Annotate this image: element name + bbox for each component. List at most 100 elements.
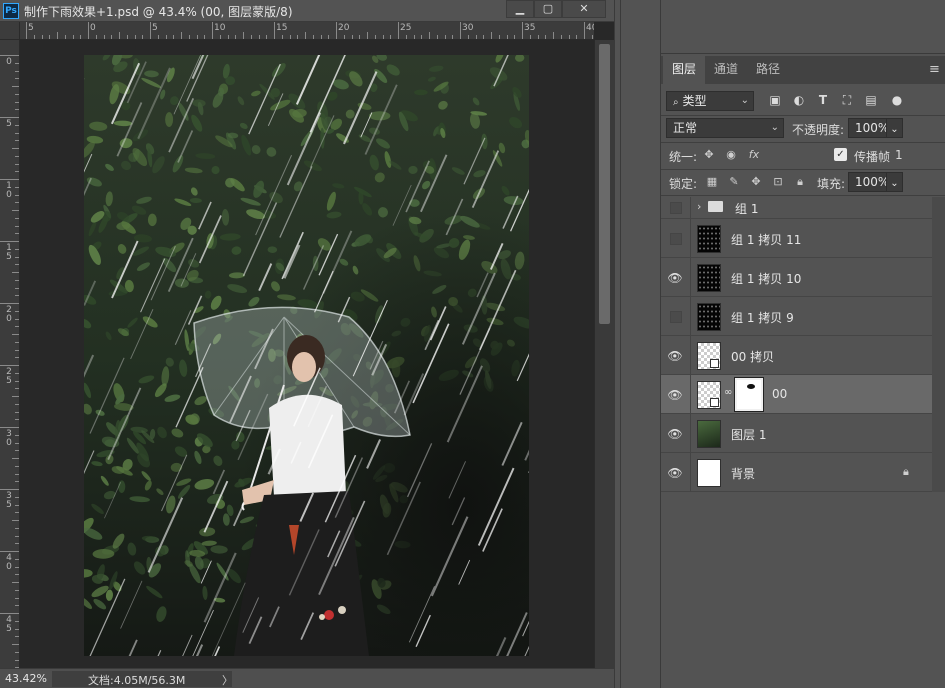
- layer-row[interactable]: 👁︎ 组 1 拷贝 10: [661, 258, 932, 297]
- vertical-ruler[interactable]: 0 5 10 15 20 25 30 35 40 45: [0, 40, 20, 668]
- adjustment-filter-icon[interactable]: ◐: [791, 92, 807, 108]
- layer-row[interactable]: 组 1 拷贝 11: [661, 219, 932, 258]
- document-title-bar[interactable]: Ps 制作下雨效果+1.psd @ 43.4% (00, 图层蒙版/8) ▁ ▢…: [0, 0, 614, 22]
- status-menu-arrow-icon[interactable]: 〉: [222, 672, 233, 688]
- layer-row[interactable]: 👁︎ 背景 🔒︎: [661, 453, 932, 492]
- layer-name[interactable]: 组 1 拷贝 10: [731, 270, 801, 287]
- unify-style-icon[interactable]: fx: [747, 148, 761, 162]
- tab-layers[interactable]: 图层: [663, 56, 706, 84]
- ruler-minor-tick: [15, 163, 19, 165]
- layer-row[interactable]: 👁︎ 00 拷贝: [661, 336, 932, 375]
- restore-button[interactable]: ▢: [534, 0, 562, 18]
- layer-name[interactable]: 00: [772, 387, 787, 401]
- layer-thumbnail[interactable]: [697, 303, 721, 331]
- layer-name[interactable]: 组 1: [735, 200, 758, 217]
- minimize-icon: ▁: [515, 2, 525, 15]
- horizontal-ruler[interactable]: 5 0 5 10 15 20 25 30 35 40: [20, 22, 594, 40]
- ruler-minor-tick: [429, 32, 430, 39]
- ruler-minor-tick: [126, 35, 128, 39]
- lock-artboard-icon[interactable]: ⊡: [771, 175, 785, 189]
- layer-list-scrollbar[interactable]: [932, 197, 945, 492]
- layer-name[interactable]: 组 1 拷贝 11: [731, 231, 801, 248]
- image-filter-icon[interactable]: ▣: [767, 92, 783, 108]
- ruler-minor-tick: [15, 132, 19, 134]
- smart-object-filter-icon[interactable]: ▤: [863, 92, 879, 108]
- filter-toggle-icon[interactable]: ●: [889, 92, 905, 108]
- visibility-toggle[interactable]: [670, 202, 682, 214]
- type-filter-icon[interactable]: T: [815, 92, 831, 108]
- minimize-button[interactable]: ▁: [506, 0, 534, 18]
- ruler-minor-tick: [545, 35, 547, 39]
- layers-panel: 图层 通道 路径 ≡ ⌕ 类型 ⌄ ▣ ◐ T ⛶ ▤ ● 正常 ⌄ 不透明度:…: [660, 0, 945, 688]
- zoom-level[interactable]: 43.42%: [5, 672, 47, 685]
- visibility-toggle[interactable]: [670, 232, 682, 245]
- ruler-minor-tick: [15, 403, 19, 405]
- ruler-minor-tick: [258, 35, 260, 39]
- layer-row[interactable]: 组 1 拷贝 9: [661, 297, 932, 336]
- scrollbar-thumb[interactable]: [599, 44, 610, 324]
- eye-icon[interactable]: 👁︎: [667, 466, 683, 480]
- layer-thumbnail[interactable]: [697, 264, 721, 292]
- eye-icon[interactable]: 👁︎: [667, 427, 683, 441]
- unify-visibility-icon[interactable]: ◉: [724, 148, 738, 162]
- ruler-minor-tick: [15, 264, 19, 266]
- close-button[interactable]: ✕: [562, 0, 606, 18]
- lock-all-icon[interactable]: 🔒︎: [793, 175, 807, 189]
- layer-row[interactable]: 👁︎ 图层 1: [661, 414, 932, 453]
- layer-thumbnail[interactable]: [697, 381, 721, 409]
- eye-icon[interactable]: 👁︎: [667, 388, 683, 402]
- ruler-minor-tick: [12, 334, 19, 335]
- layer-thumbnail[interactable]: [697, 459, 721, 487]
- ruler-tick: [0, 551, 19, 552]
- opacity-dropdown[interactable]: ⌄: [886, 118, 903, 138]
- ruler-minor-tick: [15, 310, 19, 312]
- ruler-tick: [150, 22, 151, 39]
- layer-thumbnail[interactable]: [697, 420, 721, 448]
- ruler-minor-tick: [119, 32, 120, 39]
- lock-pixels-icon[interactable]: ✎: [727, 175, 741, 189]
- photo-canvas[interactable]: [84, 55, 529, 656]
- eye-icon[interactable]: 👁︎: [667, 349, 683, 363]
- ruler-minor-tick: [15, 434, 19, 436]
- photoshop-logo-icon: Ps: [3, 3, 19, 19]
- layer-name[interactable]: 图层 1: [731, 426, 766, 443]
- layer-thumbnail[interactable]: [697, 342, 721, 370]
- ruler-label: 0: [6, 57, 12, 67]
- ruler-label: 5: [6, 119, 12, 129]
- vertical-scrollbar[interactable]: [594, 40, 614, 668]
- tab-paths[interactable]: 路径: [747, 56, 789, 84]
- blend-mode-select[interactable]: 正常 ⌄: [666, 118, 784, 138]
- ruler-minor-tick: [15, 512, 19, 514]
- ruler-label: 10: [6, 181, 12, 200]
- ruler-minor-tick: [15, 442, 19, 444]
- unify-position-icon[interactable]: ✥: [702, 148, 716, 162]
- layer-row[interactable]: › 组 1: [661, 197, 932, 219]
- panel-menu-icon[interactable]: ≡: [929, 62, 940, 77]
- visibility-toggle[interactable]: [670, 310, 682, 323]
- shape-filter-icon[interactable]: ⛶: [839, 92, 855, 108]
- lock-position-icon[interactable]: ✥: [749, 175, 763, 189]
- visibility-divider: [690, 375, 691, 414]
- ruler-tick: [0, 365, 19, 366]
- visibility-divider: [690, 219, 691, 258]
- propagate-frame-checkbox[interactable]: ✓: [834, 148, 847, 161]
- chevron-right-icon[interactable]: ›: [697, 200, 701, 213]
- ruler-minor-tick: [576, 35, 578, 39]
- mask-link-icon[interactable]: ∞: [724, 387, 732, 398]
- ruler-minor-tick: [15, 124, 19, 126]
- tab-channels[interactable]: 通道: [705, 56, 747, 84]
- layer-name[interactable]: 00 拷贝: [731, 348, 774, 365]
- eye-icon[interactable]: 👁︎: [667, 271, 683, 285]
- search-icon: ⌕: [673, 97, 679, 108]
- fill-dropdown[interactable]: ⌄: [886, 172, 903, 192]
- propagate-frame-label: 传播帧: [854, 150, 891, 164]
- layer-thumbnail[interactable]: [697, 225, 721, 253]
- lock-transparent-icon[interactable]: ▦: [705, 175, 719, 189]
- ruler-origin[interactable]: [0, 22, 20, 40]
- layer-row[interactable]: 👁︎ ∞ 00: [661, 375, 932, 414]
- layer-mask-thumbnail[interactable]: [734, 377, 764, 412]
- visibility-divider: [690, 197, 691, 219]
- layer-name[interactable]: 背景: [731, 465, 755, 482]
- layer-name[interactable]: 组 1 拷贝 9: [731, 309, 794, 326]
- layer-filter-select[interactable]: ⌕ 类型 ⌄: [666, 91, 754, 111]
